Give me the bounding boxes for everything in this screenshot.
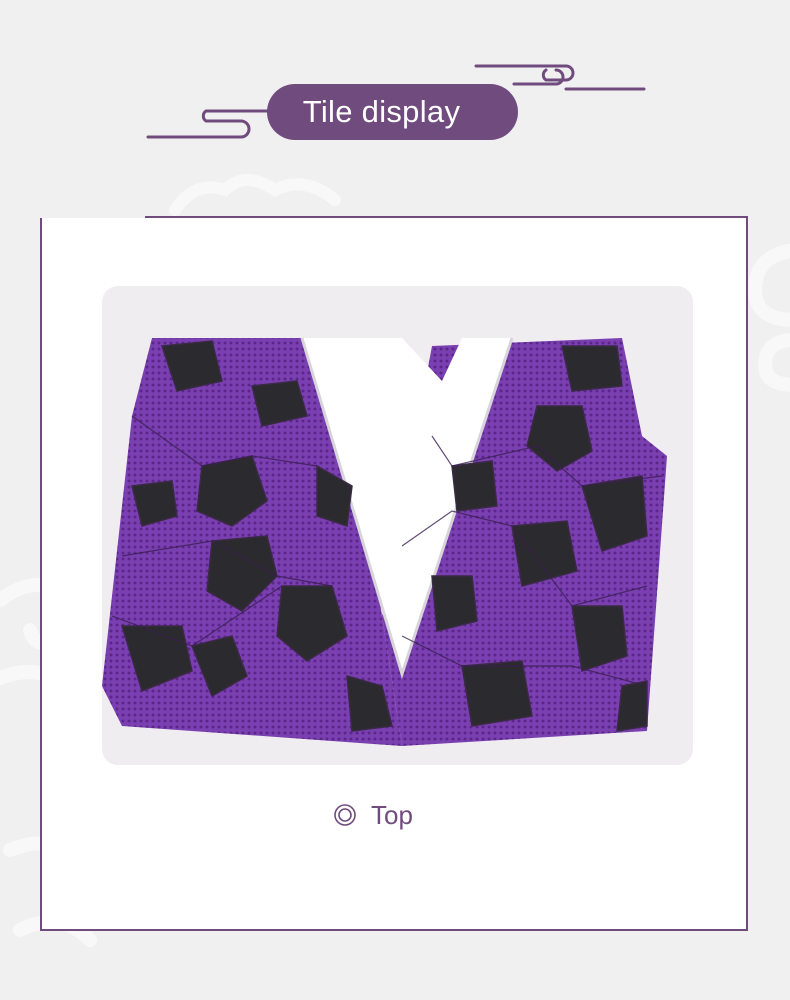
section-title-pill: Tile display bbox=[267, 84, 518, 140]
caption-label: Top bbox=[371, 799, 413, 830]
photo-caption: Top bbox=[333, 798, 413, 832]
product-photo bbox=[102, 286, 693, 765]
decorative-swirl-line-left bbox=[146, 109, 276, 139]
section-title: Tile display bbox=[302, 94, 461, 129]
haori-illustration bbox=[102, 337, 667, 746]
frame-corner-gap bbox=[40, 213, 145, 218]
cloud-swirl-top bbox=[169, 174, 341, 216]
double-ring-icon bbox=[334, 804, 356, 826]
